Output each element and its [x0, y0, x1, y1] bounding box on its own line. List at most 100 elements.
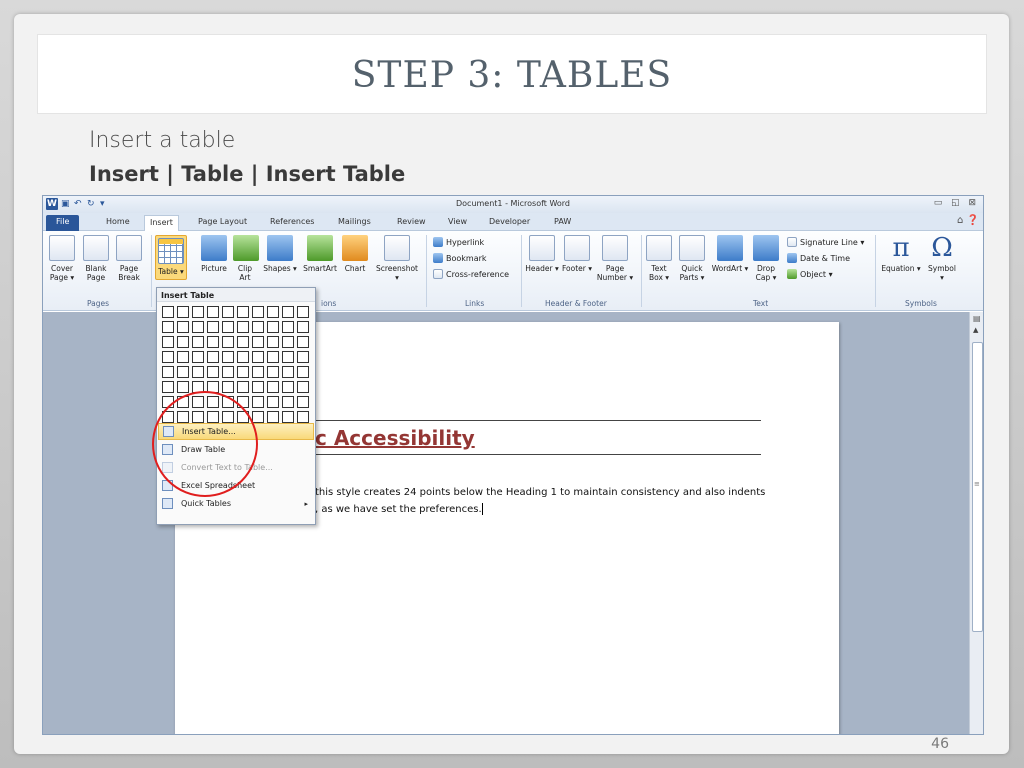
- tab-developer[interactable]: Developer: [484, 215, 535, 231]
- table-grid-cell[interactable]: [282, 321, 294, 333]
- table-grid-cell[interactable]: [252, 321, 264, 333]
- table-grid-cell[interactable]: [237, 321, 249, 333]
- scroll-up-icon[interactable]: ▲: [973, 326, 978, 334]
- page-break-button[interactable]: Page Break: [115, 235, 143, 282]
- tab-mailings[interactable]: Mailings: [333, 215, 376, 231]
- table-grid-cell[interactable]: [297, 351, 309, 363]
- wordart-button[interactable]: WordArt ▾: [711, 235, 749, 273]
- table-grid-cell[interactable]: [207, 366, 219, 378]
- table-grid-cell[interactable]: [282, 336, 294, 348]
- object-button[interactable]: Object ▾: [787, 269, 833, 279]
- table-grid-cell[interactable]: [177, 336, 189, 348]
- tab-page-layout[interactable]: Page Layout: [193, 215, 252, 231]
- table-grid-cell[interactable]: [297, 396, 309, 408]
- table-grid-cell[interactable]: [222, 336, 234, 348]
- table-grid-cell[interactable]: [237, 381, 249, 393]
- footer-button[interactable]: Footer ▾: [561, 235, 593, 273]
- tab-insert[interactable]: Insert: [144, 215, 179, 231]
- table-grid-cell[interactable]: [267, 411, 279, 423]
- tab-paw[interactable]: PAW: [549, 215, 576, 231]
- table-grid-cell[interactable]: [252, 366, 264, 378]
- table-grid-cell[interactable]: [267, 396, 279, 408]
- tab-file[interactable]: File: [46, 215, 80, 231]
- menu-item-quick-tables[interactable]: Quick Tables ▸: [158, 495, 314, 512]
- table-grid-cell[interactable]: [222, 321, 234, 333]
- date-time-button[interactable]: Date & Time: [787, 253, 850, 263]
- table-grid-cell[interactable]: [252, 411, 264, 423]
- table-grid-cell[interactable]: [207, 321, 219, 333]
- table-grid-cell[interactable]: [297, 411, 309, 423]
- table-grid-cell[interactable]: [282, 396, 294, 408]
- table-grid-cell[interactable]: [252, 336, 264, 348]
- bookmark-button[interactable]: Bookmark: [433, 253, 487, 263]
- table-grid-cell[interactable]: [192, 366, 204, 378]
- table-grid-cell[interactable]: [162, 366, 174, 378]
- table-grid-cell[interactable]: [252, 396, 264, 408]
- table-grid-cell[interactable]: [162, 321, 174, 333]
- equation-button[interactable]: π Equation ▾: [881, 235, 921, 273]
- table-grid-cell[interactable]: [282, 366, 294, 378]
- picture-button[interactable]: Picture: [199, 235, 229, 273]
- screenshot-button[interactable]: Screenshot ▾: [373, 235, 421, 282]
- table-grid-cell[interactable]: [267, 306, 279, 318]
- table-grid-cell[interactable]: [177, 306, 189, 318]
- hyperlink-button[interactable]: Hyperlink: [433, 237, 484, 247]
- table-grid-cell[interactable]: [177, 366, 189, 378]
- smartart-button[interactable]: SmartArt: [301, 235, 339, 273]
- table-grid-cell[interactable]: [267, 351, 279, 363]
- table-grid-cell[interactable]: [207, 306, 219, 318]
- table-grid-cell[interactable]: [192, 321, 204, 333]
- table-grid-cell[interactable]: [162, 336, 174, 348]
- blank-page-button[interactable]: Blank Page: [83, 235, 109, 282]
- table-grid-cell[interactable]: [237, 351, 249, 363]
- symbol-button[interactable]: Ω Symbol ▾: [925, 235, 959, 282]
- table-grid-cell[interactable]: [222, 351, 234, 363]
- signature-line-button[interactable]: Signature Line ▾: [787, 237, 864, 247]
- drop-cap-button[interactable]: Drop Cap ▾: [753, 235, 779, 282]
- cross-reference-button[interactable]: Cross-reference: [433, 269, 509, 279]
- table-grid-cell[interactable]: [282, 351, 294, 363]
- text-box-button[interactable]: Text Box ▾: [645, 235, 673, 282]
- table-grid-cell[interactable]: [267, 381, 279, 393]
- table-grid-cell[interactable]: [297, 336, 309, 348]
- tab-references[interactable]: References: [265, 215, 319, 231]
- chart-button[interactable]: Chart: [342, 235, 368, 273]
- table-grid-cell[interactable]: [252, 381, 264, 393]
- table-grid-cell[interactable]: [162, 351, 174, 363]
- table-grid-cell[interactable]: [222, 366, 234, 378]
- table-grid-cell[interactable]: [207, 336, 219, 348]
- table-grid-cell[interactable]: [237, 366, 249, 378]
- table-grid-cell[interactable]: [192, 306, 204, 318]
- table-grid-cell[interactable]: [237, 336, 249, 348]
- table-grid-cell[interactable]: [162, 306, 174, 318]
- cover-page-button[interactable]: Cover Page ▾: [47, 235, 77, 282]
- table-grid-cell[interactable]: [192, 351, 204, 363]
- table-grid-cell[interactable]: [207, 351, 219, 363]
- ruler-toggle-icon[interactable]: ▤: [973, 314, 981, 323]
- table-grid-cell[interactable]: [162, 381, 174, 393]
- tab-view[interactable]: View: [443, 215, 472, 231]
- table-grid-cell[interactable]: [222, 306, 234, 318]
- table-grid-cell[interactable]: [297, 306, 309, 318]
- shapes-button[interactable]: Shapes ▾: [263, 235, 297, 273]
- vertical-scrollbar[interactable]: ▤ ▲ ≡: [969, 312, 983, 734]
- table-grid-cell[interactable]: [282, 306, 294, 318]
- table-grid-cell[interactable]: [297, 321, 309, 333]
- table-grid-cell[interactable]: [282, 411, 294, 423]
- table-grid-cell[interactable]: [297, 381, 309, 393]
- window-controls[interactable]: ▭ ◱ ⊠: [934, 198, 979, 208]
- table-grid-cell[interactable]: [267, 336, 279, 348]
- tab-review[interactable]: Review: [392, 215, 431, 231]
- table-grid-cell[interactable]: [192, 336, 204, 348]
- table-grid-cell[interactable]: [222, 381, 234, 393]
- table-grid-cell[interactable]: [282, 381, 294, 393]
- help-icon[interactable]: ⌂ ❓: [957, 215, 979, 226]
- page-number-button[interactable]: Page Number ▾: [595, 235, 635, 282]
- table-grid-cell[interactable]: [177, 381, 189, 393]
- header-button[interactable]: Header ▾: [525, 235, 559, 273]
- table-grid-cell[interactable]: [252, 351, 264, 363]
- clip-art-button[interactable]: Clip Art: [233, 235, 259, 282]
- table-grid-cell[interactable]: [237, 306, 249, 318]
- tab-home[interactable]: Home: [101, 215, 135, 231]
- quick-parts-button[interactable]: Quick Parts ▾: [677, 235, 707, 282]
